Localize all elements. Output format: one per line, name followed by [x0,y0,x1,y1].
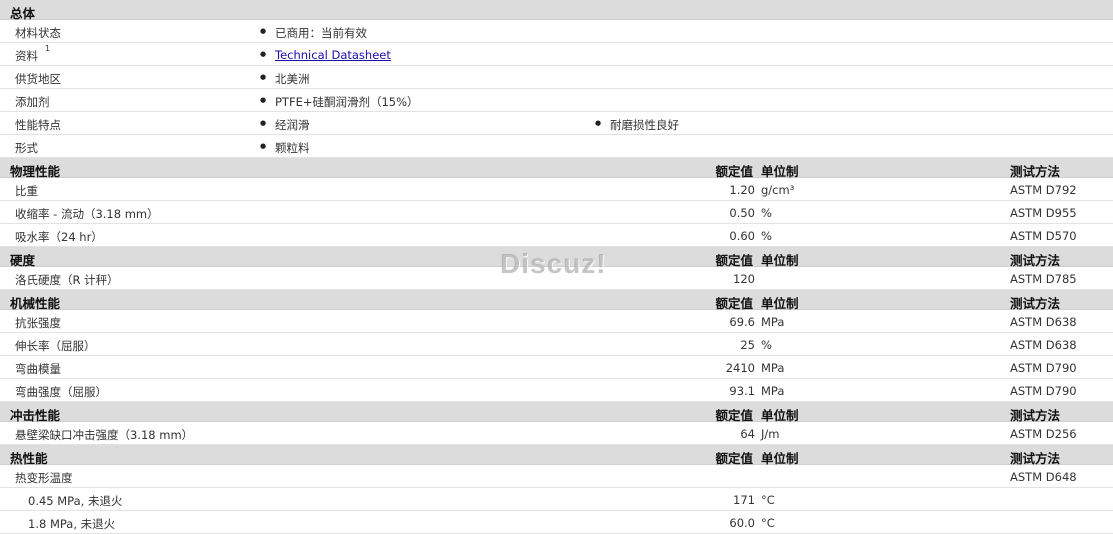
general-row: 形式 颗粒料 [0,135,1113,158]
row-label: 性能特点 [15,118,61,132]
general-row: 材料状态 已商用：当前有效 [0,20,1113,43]
technical-datasheet-link[interactable]: Technical Datasheet [275,48,391,62]
property-unit: g/cm³ [761,183,795,197]
datasheet-item: Technical Datasheet [260,48,391,62]
test-method: ASTM D785 [1010,272,1077,286]
property-label: 热变形温度 [15,471,73,485]
bullet-item: PTFE+硅酮润滑剂（15%） [260,94,418,110]
property-value: 0.50 [729,206,755,220]
property-label: 弯曲模量 [15,362,61,376]
bullet-item: 经润滑 [260,117,309,133]
property-value: 25 [740,338,755,352]
watermark: Discuz! [500,248,607,279]
bullet-item: 耐磨损性良好 [595,117,679,133]
property-row: 悬壁梁缺口冲击强度（3.18 mm） 64 J/m ASTM D256 [0,422,1113,445]
property-unit: % [761,206,772,220]
section-header: 热性能 额定值 单位制 测试方法 [0,445,1113,466]
test-method: ASTM D790 [1010,384,1077,398]
test-method: ASTM D570 [1010,229,1077,243]
row-label: 形式 [15,141,38,155]
general-row: 添加剂 PTFE+硅酮润滑剂（15%） [0,89,1113,112]
property-label: 抗张强度 [15,316,61,330]
test-method: ASTM D955 [1010,206,1077,220]
property-row: 1.8 MPa, 未退火 60.0 °C [0,511,1113,534]
property-label: 洛氏硬度（R 计秤） [15,273,119,287]
property-value: 69.6 [729,315,755,329]
property-label: 比重 [15,184,38,198]
property-row: 热变形温度 ASTM D648 [0,465,1113,488]
property-row: 弯曲模量 2410 MPa ASTM D790 [0,356,1113,379]
bullet-item: 北美洲 [260,71,309,87]
property-value: 0.60 [729,229,755,243]
property-value: 1.20 [729,183,755,197]
property-label: 0.45 MPa, 未退火 [28,494,123,508]
test-method: ASTM D638 [1010,315,1077,329]
row-label: 添加剂 [15,95,50,109]
general-row: 资料 1 Technical Datasheet [0,43,1113,66]
property-unit: MPa [761,384,785,398]
general-row: 性能特点 经润滑 耐磨损性良好 [0,112,1113,135]
bullet-item: 已商用：当前有效 [260,25,367,41]
property-value: 60.0 [729,516,755,530]
section-header-general: 总体 [0,0,1113,21]
property-label: 收缩率 - 流动（3.18 mm） [15,207,159,221]
property-row: 0.45 MPa, 未退火 171 °C [0,488,1113,511]
property-label: 悬壁梁缺口冲击强度（3.18 mm） [15,428,194,442]
property-row: 抗张强度 69.6 MPa ASTM D638 [0,310,1113,333]
test-method: ASTM D790 [1010,361,1077,375]
property-value: 120 [733,272,755,286]
section-header: 物理性能 额定值 单位制 测试方法 [0,158,1113,179]
property-row: 吸水率（24 hr） 0.60% ASTM D570 [0,224,1113,247]
property-unit: % [761,229,772,243]
property-label: 吸水率（24 hr） [15,230,103,244]
footnote-marker: 1 [45,44,51,53]
property-unit: °C [761,493,775,507]
property-unit: MPa [761,361,785,375]
test-method: ASTM D256 [1010,427,1077,441]
general-row: 供货地区 北美洲 [0,66,1113,89]
property-value: 171 [733,493,755,507]
bullet-item: 颗粒料 [260,140,309,156]
property-row: 比重 1.20 g/cm³ ASTM D792 [0,178,1113,201]
section-header: 机械性能 额定值 单位制 测试方法 [0,290,1113,311]
section-header: 冲击性能 额定值 单位制 测试方法 [0,402,1113,423]
row-label: 供货地区 [15,72,61,86]
property-label: 伸长率（屈服） [15,339,96,353]
test-method: ASTM D792 [1010,183,1077,197]
property-row: 弯曲强度（屈服） 93.1 MPa ASTM D790 [0,379,1113,402]
property-value: 64 [740,427,755,441]
row-label: 材料状态 [15,26,61,40]
property-row: 收缩率 - 流动（3.18 mm） 0.50% ASTM D955 [0,201,1113,224]
property-label: 弯曲强度（屈服） [15,385,107,399]
test-method: ASTM D638 [1010,338,1077,352]
property-unit: °C [761,516,775,530]
property-label: 1.8 MPa, 未退火 [28,517,116,531]
test-method: ASTM D648 [1010,470,1077,484]
property-unit: J/m [761,427,780,441]
property-unit: % [761,338,772,352]
property-value: 2410 [725,361,755,375]
row-label: 资料 [15,49,38,63]
property-value: 93.1 [729,384,755,398]
property-unit: MPa [761,315,785,329]
property-row: 伸长率（屈服） 25% ASTM D638 [0,333,1113,356]
